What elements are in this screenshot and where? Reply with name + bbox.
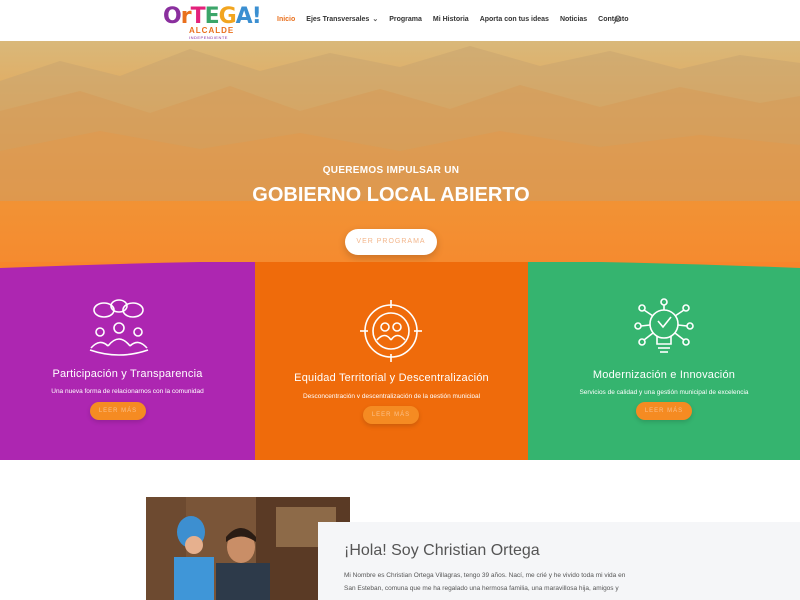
site-header: OrTEGA! ALCALDE INDEPENDIENTE Inicio Eje… xyxy=(0,0,800,41)
feature-equidad: Equidad Territorial y Descentralización … xyxy=(255,262,528,460)
participation-group-icon xyxy=(89,299,149,356)
lightbulb-network-icon xyxy=(634,298,694,353)
feature-participacion: Participación y Transparencia Una nueva … xyxy=(0,262,255,460)
feature-text: Una nueva forma de relacionarnos con la … xyxy=(51,388,204,395)
feature-title: Participación y Transparencia xyxy=(52,368,203,380)
feature-modernizacion: Modernización e Innovación Servicios de … xyxy=(528,262,800,460)
ver-programa-button[interactable]: VER PROGRAMA xyxy=(345,229,437,255)
section-divider-curve xyxy=(0,262,800,268)
features-section: Participación y Transparencia Una nueva … xyxy=(0,262,800,460)
search-icon[interactable] xyxy=(613,15,622,25)
target-people-icon xyxy=(360,300,422,362)
leer-mas-button[interactable]: LEER MÁS xyxy=(363,406,419,424)
nav-item-inicio[interactable]: Inicio xyxy=(277,15,295,27)
site-logo[interactable]: OrTEGA! ALCALDE INDEPENDIENTE xyxy=(163,5,262,41)
logo-subtitle-small: INDEPENDIENTE xyxy=(189,35,228,40)
mountains-background xyxy=(0,46,800,201)
feature-text: Desconcentración y descentralización de … xyxy=(302,393,481,398)
nav-item-ejes-transversales[interactable]: Ejes Transversales ⌄ xyxy=(306,15,378,27)
about-text: Mi Nombre es Christian Ortega Villagras,… xyxy=(344,570,644,595)
about-section: ¡Hola! Soy Christian Ortega Mi Nombre es… xyxy=(0,460,800,600)
logo-subtitle: ALCALDE xyxy=(189,26,235,35)
about-text-line: Mi Nombre es Christian Ortega Villagras,… xyxy=(344,572,626,579)
feature-title: Modernización e Innovación xyxy=(592,369,736,381)
feature-text: Servicios de calidad y una gestión munic… xyxy=(579,389,749,396)
main-nav: Inicio Ejes Transversales ⌄ Programa Mi H… xyxy=(277,15,640,27)
feature-title: Equidad Territorial y Descentralización xyxy=(294,372,489,384)
about-text-line: San Esteban, comuna que me ha regalado u… xyxy=(344,584,619,592)
nav-item-programa[interactable]: Programa xyxy=(389,15,422,27)
nav-item-aporta[interactable]: Aporta con tus ideas xyxy=(480,15,549,27)
about-title: ¡Hola! Soy Christian Ortega xyxy=(344,542,540,559)
nav-item-noticias[interactable]: Noticias xyxy=(560,15,587,27)
about-card: ¡Hola! Soy Christian Ortega Mi Nombre es… xyxy=(318,522,800,600)
hero-kicker: QUEREMOS IMPULSAR UN xyxy=(322,165,460,176)
leer-mas-button[interactable]: LEER MÁS xyxy=(90,402,146,420)
nav-item-mi-historia[interactable]: Mi Historia xyxy=(433,15,469,27)
hero-title: GOBIERNO LOCAL ABIERTO xyxy=(252,184,530,206)
chevron-down-icon: ⌄ xyxy=(372,16,379,23)
leer-mas-button[interactable]: LEER MÁS xyxy=(636,402,692,420)
nav-item-label: Ejes Transversales xyxy=(306,16,370,23)
